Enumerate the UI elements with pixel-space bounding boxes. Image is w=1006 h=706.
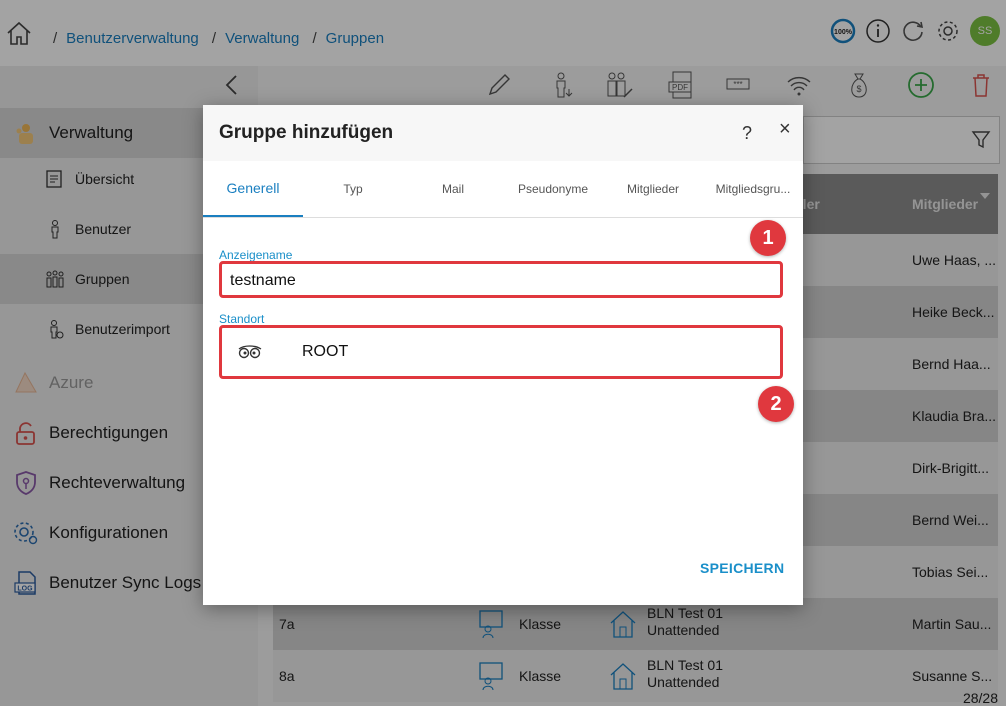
tab-pseudonyme[interactable]: Pseudonyme <box>503 161 603 216</box>
display-name-value: testname <box>230 272 296 289</box>
location-field[interactable]: ROOT <box>219 325 783 379</box>
close-icon[interactable]: × <box>779 118 791 141</box>
dialog-tabs: Generell Typ Mail Pseudonyme Mitglieder … <box>203 161 803 218</box>
display-name-field[interactable]: testname <box>219 261 783 298</box>
tab-mitglieder[interactable]: Mitglieder <box>603 161 703 216</box>
annotation-badge-1: 1 <box>750 220 786 256</box>
help-icon[interactable]: ? <box>742 123 752 144</box>
location-label: Standort <box>219 312 265 326</box>
tab-typ[interactable]: Typ <box>303 161 403 216</box>
dialog-title: Gruppe hinzufügen <box>219 122 394 143</box>
tab-generell[interactable]: Generell <box>203 161 303 217</box>
save-button[interactable]: SPEICHERN <box>700 560 784 576</box>
location-value: ROOT <box>302 343 349 360</box>
location-root-icon <box>238 345 262 366</box>
tab-mail[interactable]: Mail <box>403 161 503 216</box>
tab-mitgliedsgruppen[interactable]: Mitgliedsgru... <box>703 161 803 216</box>
display-name-label: Anzeigename <box>219 248 293 262</box>
annotation-badge-2: 2 <box>758 386 794 422</box>
add-group-dialog: Gruppe hinzufügen ? × Generell Typ Mail … <box>203 105 803 605</box>
dialog-header: Gruppe hinzufügen ? × <box>203 105 803 161</box>
